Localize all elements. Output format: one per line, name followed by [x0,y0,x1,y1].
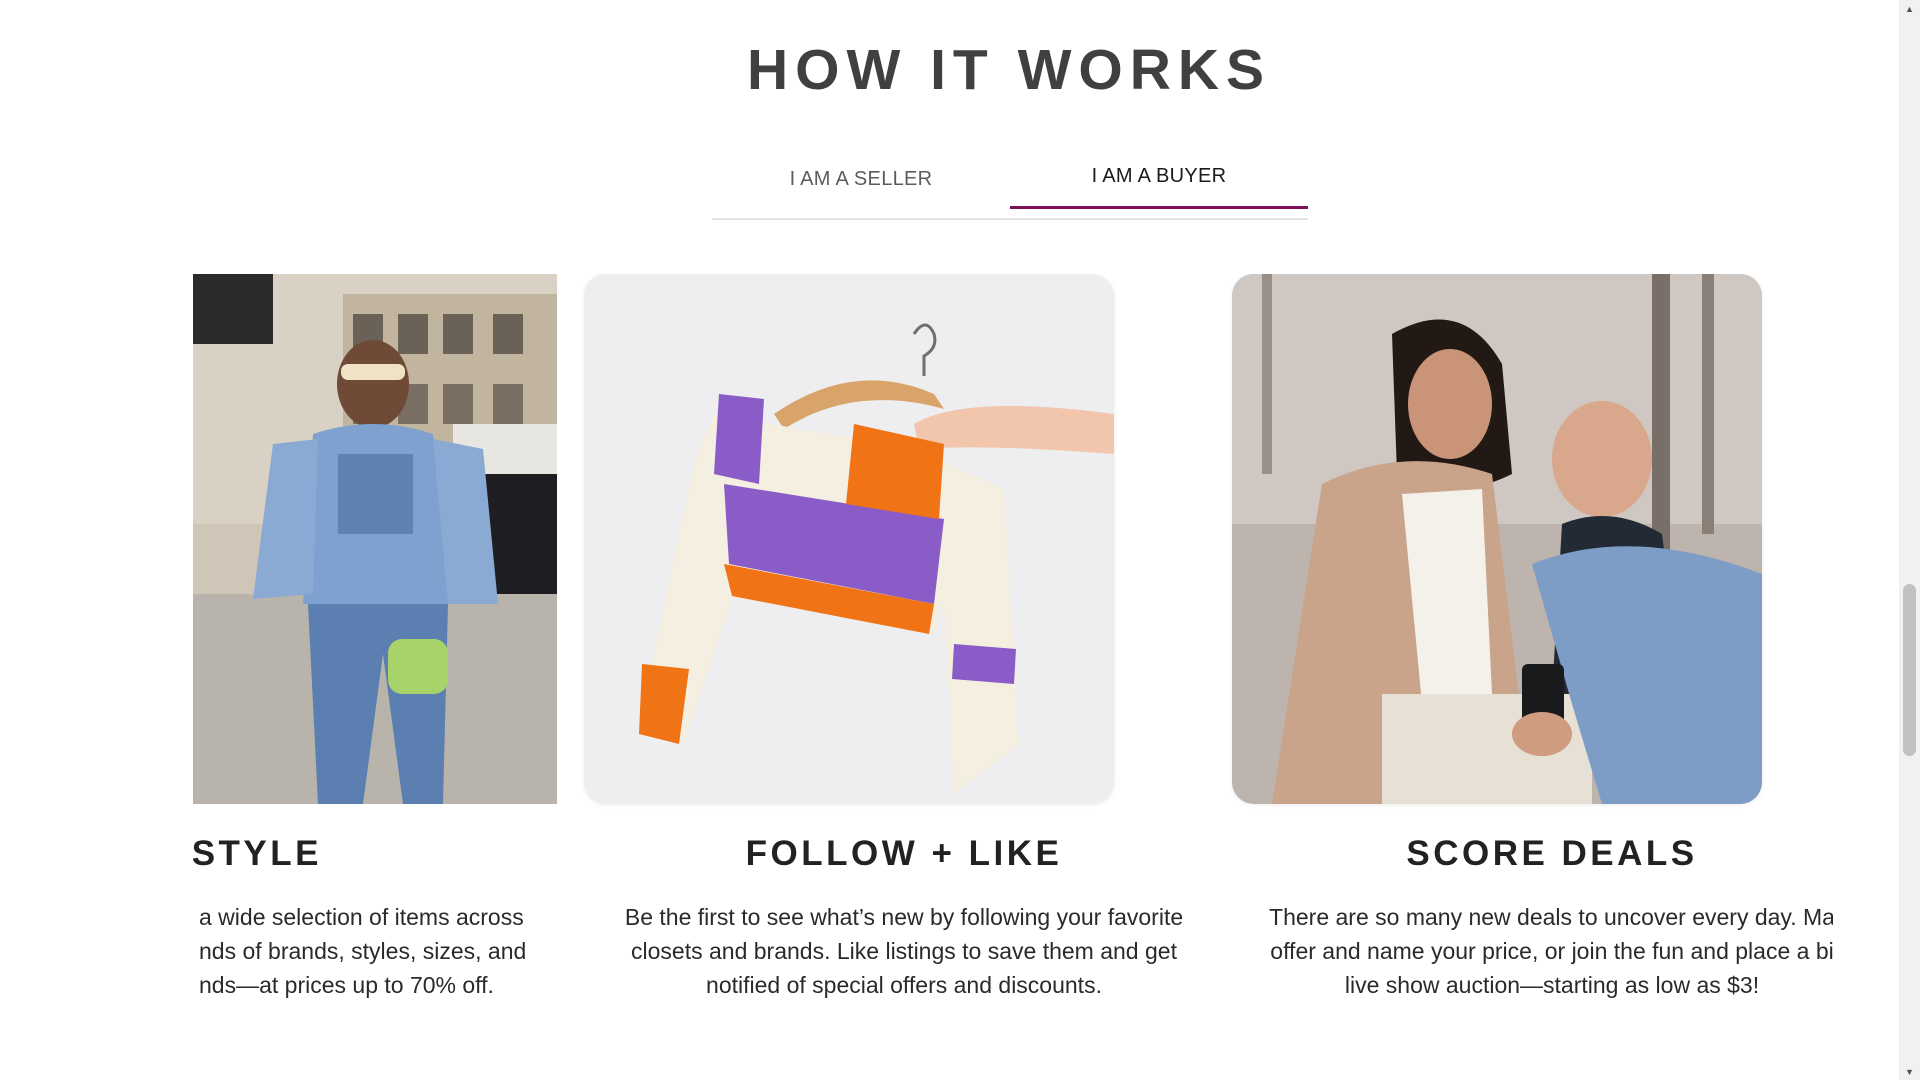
card-description-line: nds—at prices up to 70% off. [199,972,494,998]
card-description-line: nds of brands, styles, sizes, and [199,938,527,964]
card-description-line: closets and brands. Like listings to sav… [631,938,1177,964]
crochet-sweater-photo [584,274,1114,804]
card-title: FOLLOW + LIKE [745,834,1063,873]
card-follow-like: FOLLOW + LIKE Be the first to see what’s… [584,274,1224,998]
triangle-down-icon[interactable]: ▼ [1899,1063,1920,1080]
card-description: a wide selection of items across nds of … [199,900,559,1002]
card-title: ND YOUR STYLE [193,834,322,873]
role-tabs: I AM A SELLER I AM A BUYER [712,148,1308,220]
page: HOW IT WORKS I AM A SELLER I AM A BUYER [0,0,1899,1080]
vertical-scrollbar[interactable]: ▲ ▼ [1899,0,1920,1080]
card-description: Be the first to see what’s new by follow… [584,900,1224,1002]
triangle-up-icon[interactable]: ▲ [1899,0,1920,17]
card-description-line: There are so many new deals to uncover e… [1269,904,1833,930]
card-description-line: offer and name your price, or join the f… [1270,938,1833,964]
card-description-line: notified of special offers and discounts… [706,972,1102,998]
scrollbar-thumb[interactable] [1903,584,1916,756]
card-description: There are so many new deals to uncover e… [1232,900,1833,1002]
street-style-photo [193,274,557,804]
section-title: HOW IT WORKS [746,38,1272,102]
card-description-line: live show auction—starting as low as $3! [1344,972,1760,998]
card-description-line: a wide selection of items across [199,904,524,930]
couple-with-phone-photo [1232,274,1762,804]
how-it-works-carousel[interactable]: ND YOUR STYLE a wide selection of items … [193,274,1833,1034]
card-title: SCORE DEALS [1406,834,1698,873]
card-score-deals: SCORE DEALS There are so many new deals … [1232,274,1833,998]
card-description-line: Be the first to see what’s new by follow… [624,904,1184,930]
tab-seller[interactable]: I AM A SELLER [712,148,1010,210]
tab-buyer[interactable]: I AM A BUYER [1010,146,1308,209]
